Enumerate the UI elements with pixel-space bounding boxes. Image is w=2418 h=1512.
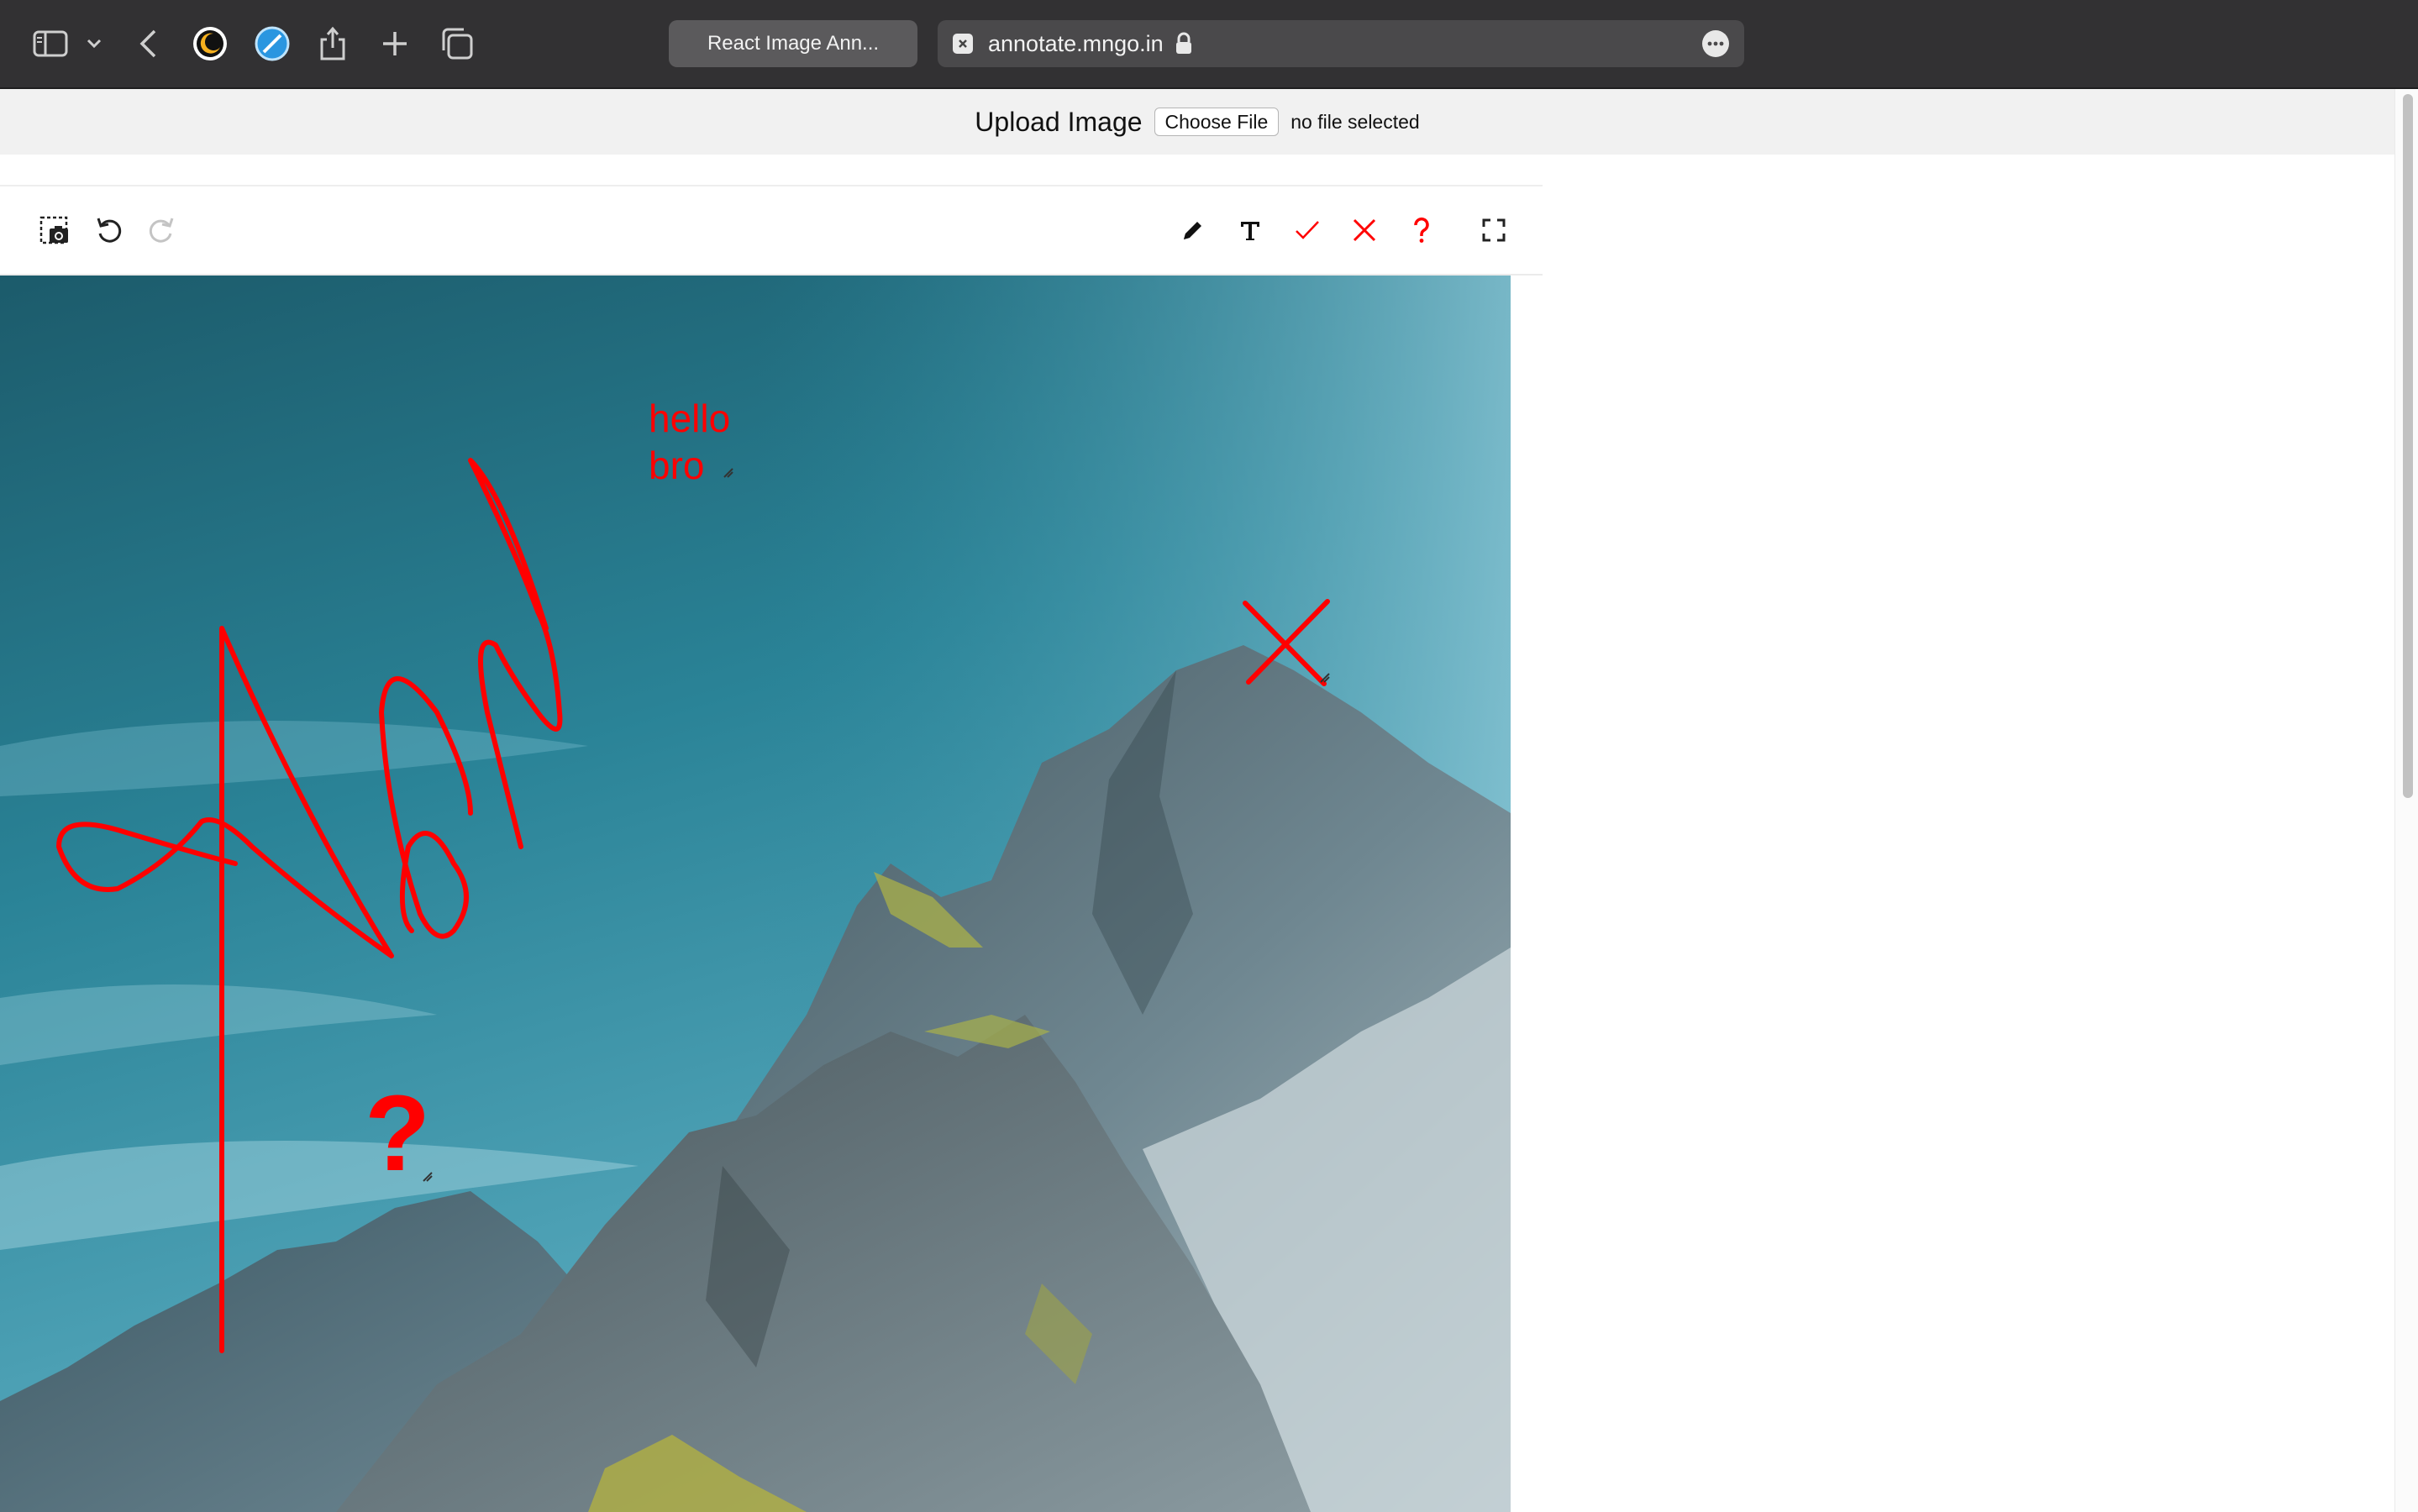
text-annotation-line-1: hello: [649, 396, 731, 440]
question-icon[interactable]: [1400, 208, 1443, 252]
night-mode-extension-icon[interactable]: [190, 24, 230, 64]
lock-icon: [1175, 32, 1193, 60]
scrollbar-thumb[interactable]: [2403, 94, 2413, 798]
text-annotation[interactable]: hello bro: [649, 395, 730, 489]
text-annotation-line-2: bro: [649, 444, 705, 487]
file-status-text: no file selected: [1290, 110, 1420, 133]
page-menu-icon[interactable]: [1702, 30, 1729, 57]
fullscreen-icon[interactable]: [1472, 208, 1516, 252]
safari-extension-icon[interactable]: [252, 24, 292, 64]
check-icon[interactable]: [1285, 208, 1329, 252]
annotation-canvas[interactable]: hello bro ?: [0, 276, 1511, 1512]
page-scrollbar[interactable]: [2394, 89, 2418, 1512]
browser-tab[interactable]: React Image Ann...: [669, 20, 917, 67]
back-icon[interactable]: [128, 24, 168, 64]
text-icon[interactable]: [1228, 208, 1272, 252]
pencil-icon[interactable]: [1171, 208, 1215, 252]
undo-icon[interactable]: [87, 208, 131, 252]
url-text: annotate.mngo.in: [988, 31, 1164, 56]
browser-toolbar: React Image Ann... annotate.mngo.in: [0, 0, 2418, 89]
share-icon[interactable]: [313, 24, 353, 64]
favicon-icon: [953, 34, 973, 54]
cross-icon[interactable]: [1343, 208, 1386, 252]
redo-icon[interactable]: [139, 208, 183, 252]
upload-image-label: Upload Image: [975, 106, 1143, 137]
screenshot-icon[interactable]: [34, 208, 77, 252]
chevron-down-icon[interactable]: [81, 24, 108, 64]
freehand-drawing: [56, 458, 1330, 1353]
choose-file-button[interactable]: Choose File: [1154, 108, 1280, 136]
new-tab-icon[interactable]: [375, 24, 415, 64]
upload-bar: Upload Image Choose File no file selecte…: [0, 89, 2394, 155]
tab-overview-icon[interactable]: [437, 24, 477, 64]
annotation-toolbar: [0, 186, 1543, 276]
tab-title: React Image Ann...: [707, 32, 880, 55]
question-annotation[interactable]: ?: [365, 1080, 430, 1188]
sidebar-icon[interactable]: [30, 24, 71, 64]
address-bar[interactable]: annotate.mngo.in: [938, 20, 1744, 67]
